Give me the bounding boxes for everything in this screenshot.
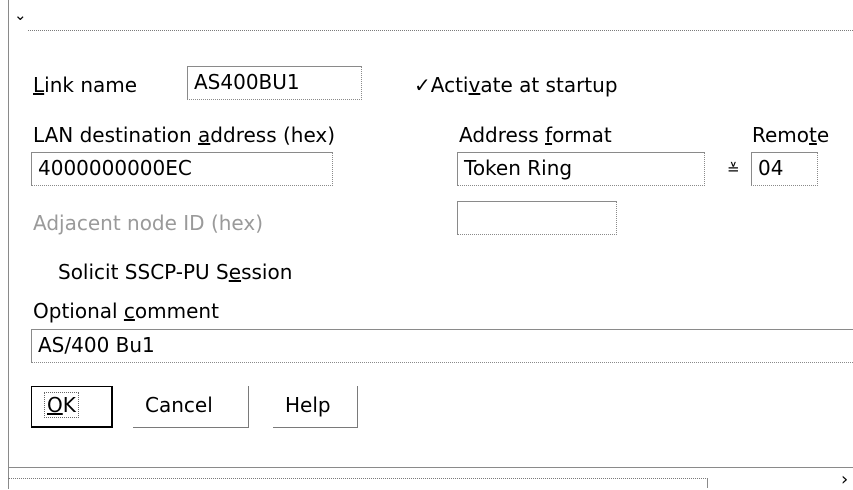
remote-sap-input[interactable]: 04 <box>751 152 818 186</box>
solicit-mnemonic: e <box>228 260 242 284</box>
format-mnemonic: f <box>545 123 553 147</box>
ok-button[interactable]: OK <box>31 386 113 428</box>
lan-address-input[interactable]: 4000000000EC <box>31 152 333 186</box>
optional-comment-label: Optional comment <box>33 299 219 323</box>
link-name-label: Link name <box>33 73 137 97</box>
remote-label-post: e <box>816 123 830 147</box>
activate-at-startup-checkbox[interactable]: ✓Activate at startup <box>414 73 618 97</box>
comment-label-post: omment <box>134 299 219 323</box>
ok-label-rest: K <box>62 393 76 417</box>
ok-mnemonic: O <box>47 393 63 417</box>
top-divider <box>28 30 853 31</box>
optional-comment-input[interactable]: AS/400 Bu1 <box>31 329 853 363</box>
adjacent-node-id-label: Adjacent node ID (hex) <box>33 211 264 235</box>
activate-label-post: ate at startup <box>480 73 618 97</box>
format-label-pre: Address <box>459 123 546 147</box>
dropdown-arrow-icon[interactable]: ≚ <box>727 160 740 178</box>
remote-label: Remote <box>752 123 829 147</box>
lan-label-post: ddress (hex) <box>210 123 336 147</box>
comment-label-pre: Optional <box>33 299 124 323</box>
help-button[interactable]: Help <box>273 386 358 428</box>
link-name-label-text: ink name <box>44 73 138 97</box>
format-label-post: ormat <box>552 123 612 147</box>
lan-label-pre: LAN destination <box>33 123 199 147</box>
collapse-icon[interactable]: ⌄ <box>14 6 27 24</box>
comment-mnemonic: c <box>123 299 135 323</box>
solicit-label-pre: Solicit SSCP-PU S <box>58 260 229 284</box>
scroll-right-icon[interactable]: › <box>841 469 848 490</box>
horizontal-scrollbar-track[interactable] <box>8 478 708 488</box>
activate-label-pre: Acti <box>430 73 469 97</box>
check-icon: ✓ <box>414 73 431 97</box>
link-name-input[interactable]: AS400BU1 <box>187 66 362 100</box>
lan-mnemonic: a <box>198 123 211 147</box>
solicit-sscp-pu-session-checkbox[interactable]: Solicit SSCP-PU Session <box>58 260 292 284</box>
activate-mnemonic: v <box>468 73 481 97</box>
address-format-select[interactable]: Token Ring <box>457 152 705 186</box>
address-format-label: Address format <box>459 123 612 147</box>
remote-label-pre: Remo <box>752 123 810 147</box>
lan-address-label: LAN destination address (hex) <box>33 123 335 147</box>
bottom-divider <box>8 467 853 468</box>
link-name-mnemonic: L <box>33 73 45 97</box>
ok-button-focus: OK <box>44 392 79 418</box>
remote-mnemonic: t <box>809 123 817 147</box>
adjacent-node-id-input[interactable] <box>457 201 617 235</box>
solicit-label-post: ssion <box>241 260 293 284</box>
window-left-border <box>8 0 9 489</box>
cancel-button[interactable]: Cancel <box>133 386 249 428</box>
